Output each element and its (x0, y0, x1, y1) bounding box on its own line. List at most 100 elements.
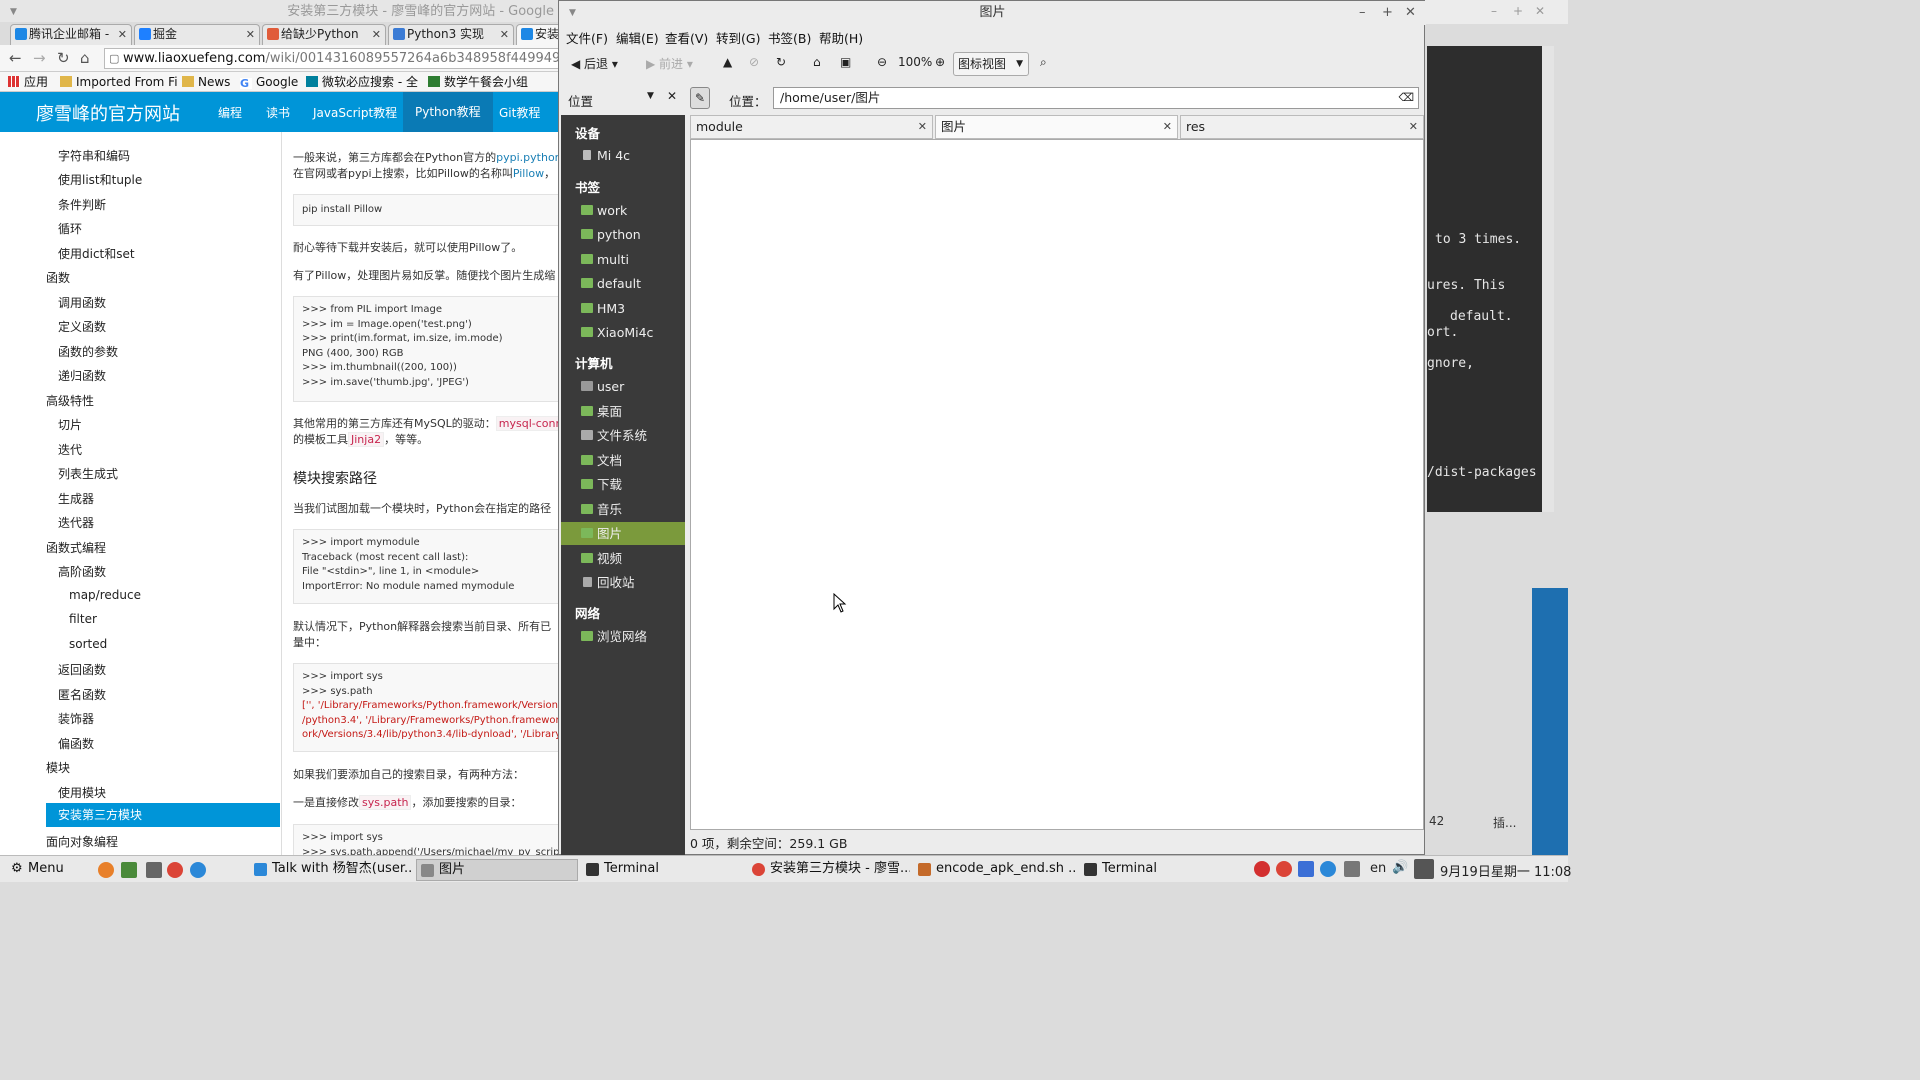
place-pictures[interactable]: 图片 (561, 522, 685, 545)
place-documents[interactable]: 文档 (561, 449, 685, 472)
firefox-launcher-icon[interactable] (98, 862, 114, 878)
bookmark-imported[interactable]: Imported From Fi (60, 74, 178, 90)
sidebar-item[interactable]: 使用模块 (58, 784, 106, 801)
place-mi4c[interactable]: Mi 4c (561, 144, 685, 167)
stop-icon[interactable]: ⊘ (749, 55, 759, 69)
menu-go[interactable]: 转到(G) (716, 28, 760, 47)
sidebar-item[interactable]: 面向对象编程 (46, 833, 118, 850)
sidebar-item[interactable]: filter (69, 612, 97, 626)
close-icon[interactable]: ✕ (1163, 116, 1172, 138)
terminal-output[interactable]: to 3 times. ures. This default. ort. gno… (1427, 46, 1542, 512)
sidebar-item[interactable]: 偏函数 (58, 735, 94, 752)
bookmark-google[interactable]: G Google (240, 74, 298, 90)
minimize-icon[interactable]: – (1491, 4, 1497, 18)
up-icon[interactable]: ▲ (723, 55, 732, 69)
chrome-launcher-icon[interactable] (167, 862, 183, 878)
nav-reading[interactable]: 读书 (266, 104, 290, 121)
xunlei-tray-icon[interactable] (1298, 861, 1314, 877)
places-select[interactable]: 位置 (568, 91, 593, 110)
home-icon[interactable]: ⌂ (80, 49, 90, 67)
forward-icon[interactable]: → (33, 49, 46, 67)
home-folder-launcher-icon[interactable] (146, 862, 162, 878)
maximize-icon[interactable]: + (1513, 4, 1523, 18)
sidebar-item[interactable]: 使用list和tuple (58, 171, 142, 188)
place-downloads[interactable]: 下载 (561, 473, 685, 496)
sidebar-item[interactable]: 函数 (46, 269, 70, 286)
task-pictures[interactable]: 图片 (416, 859, 578, 881)
pypi-link[interactable]: pypi.python (496, 151, 559, 164)
task-terminal-1[interactable]: Terminal (582, 859, 744, 881)
bookmark-python[interactable]: python (561, 223, 685, 246)
sidebar-item[interactable]: 返回函数 (58, 661, 106, 678)
computer-icon[interactable]: ▣ (840, 55, 851, 69)
fm-tab-module[interactable]: module ✕ (690, 115, 933, 139)
zoom-out-icon[interactable]: ⊖ (877, 55, 887, 69)
terminal-scrollbar[interactable] (1542, 46, 1554, 512)
close-icon[interactable]: ✕ (246, 25, 255, 44)
close-icon[interactable]: ✕ (1409, 116, 1418, 138)
bookmark-hm3[interactable]: HM3 (561, 297, 685, 320)
window-menu-icon[interactable]: ▼ (569, 1, 576, 25)
network-tray-icon[interactable] (1414, 859, 1434, 879)
sidebar-item[interactable]: 条件判断 (58, 196, 106, 213)
sidebar-item[interactable]: 定义函数 (58, 318, 106, 335)
sidebar-item[interactable]: 生成器 (58, 490, 94, 507)
sidebar-item[interactable]: 迭代 (58, 441, 82, 458)
reload-icon[interactable]: ↻ (57, 49, 70, 67)
clear-icon[interactable]: ⌫ (1398, 88, 1414, 108)
sidebar-item[interactable]: 切片 (58, 416, 82, 433)
sidebar-item[interactable]: 循环 (58, 220, 82, 237)
sidebar-item[interactable]: 高阶函数 (58, 563, 106, 580)
close-sidebar-icon[interactable]: ✕ (667, 89, 677, 103)
maximize-icon[interactable]: + (1382, 1, 1393, 25)
window-menu-icon[interactable]: ▼ (10, 0, 17, 24)
view-mode-select[interactable]: 图标视图 ▼ (953, 52, 1029, 76)
place-trash[interactable]: 回收站 (561, 571, 685, 594)
tab-tencent-mail[interactable]: 腾讯企业邮箱 - ✕ (10, 24, 132, 45)
sidebar-item[interactable]: 函数的参数 (58, 343, 118, 360)
bookmark-news[interactable]: News (182, 74, 230, 90)
zoom-in-icon[interactable]: ⊕ (935, 55, 945, 69)
app-launcher-icon[interactable] (190, 862, 206, 878)
minimize-icon[interactable]: – (1359, 1, 1366, 25)
menu-view[interactable]: 查看(V) (665, 28, 708, 47)
chat-tray-icon[interactable] (1320, 861, 1336, 877)
keyboard-tray-icon[interactable] (1344, 861, 1360, 877)
task-terminal-2[interactable]: Terminal (1080, 859, 1240, 881)
close-icon[interactable]: ✕ (372, 25, 381, 44)
nav-programming[interactable]: 编程 (218, 104, 242, 121)
chrome-tray-icon[interactable] (1276, 861, 1292, 877)
search-icon[interactable]: ⌕ (1040, 55, 1047, 70)
home-icon[interactable]: ⌂ (813, 55, 821, 69)
security-tray-icon[interactable] (1254, 861, 1270, 877)
sidebar-item[interactable]: 使用dict和set (58, 245, 135, 262)
close-icon[interactable]: ✕ (1405, 1, 1416, 25)
sidebar-item[interactable]: 匿名函数 (58, 686, 106, 703)
edit-location-icon[interactable]: ✎ (690, 87, 710, 109)
forward-button[interactable]: ▶ 前进 ▾ (646, 55, 693, 72)
sidebar-item[interactable]: 字符串和编码 (58, 147, 130, 164)
sidebar-item[interactable]: sorted (69, 637, 107, 651)
sidebar-item[interactable]: 函数式编程 (46, 539, 106, 556)
close-icon[interactable]: ✕ (500, 25, 509, 44)
menu-file[interactable]: 文件(F) (566, 28, 608, 47)
tab-install-module[interactable]: 安装 (516, 24, 559, 45)
sidebar-item[interactable]: 迭代器 (58, 514, 94, 531)
chevron-down-icon[interactable]: ▼ (647, 91, 654, 101)
tab-juejin[interactable]: 掘金 ✕ (134, 24, 260, 45)
nav-javascript[interactable]: JavaScript教程 (313, 104, 397, 121)
menu-edit[interactable]: 编辑(E) (616, 28, 659, 47)
close-icon[interactable]: ✕ (918, 116, 927, 138)
tab-python-missing[interactable]: 给缺少Python ✕ (262, 24, 386, 45)
bookmark-apps[interactable]: 应用 (8, 74, 48, 90)
bookmark-bing[interactable]: 微软必应搜索 - 全 (306, 74, 418, 90)
menu-help[interactable]: 帮助(H) (819, 28, 863, 47)
back-button[interactable]: ◀ 后退 ▾ (571, 55, 618, 72)
close-icon[interactable]: ✕ (1535, 4, 1545, 18)
file-view-area[interactable] (690, 139, 1424, 830)
reload-icon[interactable]: ↻ (776, 55, 786, 69)
address-bar[interactable]: ▢ www.liaoxuefeng.com/wiki/0014316089557… (104, 48, 559, 69)
pillow-link[interactable]: Pillow (513, 167, 544, 180)
start-menu-button[interactable]: ⚙ Menu (8, 859, 64, 881)
site-logo[interactable]: 廖雪峰的官方网站 (36, 100, 180, 126)
